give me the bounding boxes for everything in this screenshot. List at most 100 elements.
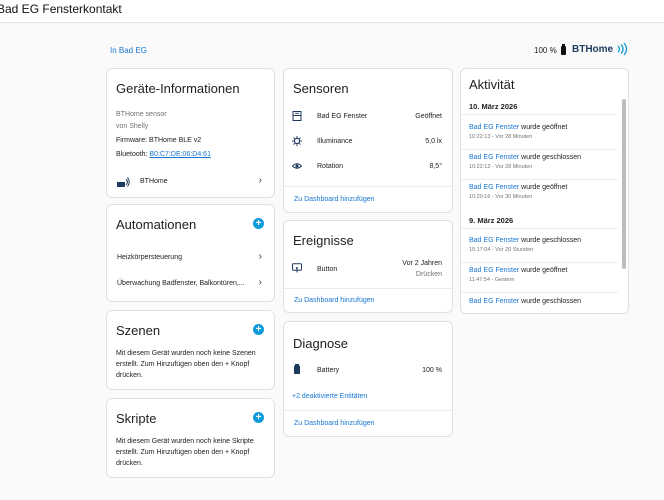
disabled-entities-link[interactable]: +2 deaktivierte Entitäten xyxy=(292,393,367,400)
activity-entity-link[interactable]: Bad EG Fenster xyxy=(469,184,519,191)
divider xyxy=(461,228,618,229)
card-title: Szenen xyxy=(116,323,161,338)
activity-time: 10:22:13 - Vor 28 Minuten xyxy=(469,134,533,140)
divider xyxy=(461,149,618,150)
sensor-name: Bad EG Fenster xyxy=(317,113,368,120)
sensor-row[interactable]: Illuminance 5,0 lx xyxy=(284,134,452,152)
divider xyxy=(461,114,618,115)
device-manufacturer: von Shelly xyxy=(116,123,149,130)
add-automation-button[interactable]: + xyxy=(253,218,264,229)
battery-icon xyxy=(560,44,566,55)
add-to-dashboard-link[interactable]: Zu Dashboard hinzufügen xyxy=(294,297,375,304)
area-link[interactable]: In Bad EG xyxy=(110,46,147,55)
sensor-name: Illuminance xyxy=(317,138,353,145)
events-card: Ereignisse Button Vor 2 Jahren Drücken Z… xyxy=(283,220,453,313)
device-model: BTHome sensor xyxy=(116,111,167,118)
divider xyxy=(284,186,452,187)
activity-action: wurde geschlossen xyxy=(519,298,582,305)
divider xyxy=(461,292,618,293)
integration-row[interactable]: BTHome › xyxy=(107,169,274,197)
diagnostics-card: Diagnose Battery 100 % +2 deaktivierte E… xyxy=(283,321,453,437)
activity-date: 10. März 2026 xyxy=(469,102,518,111)
chevron-right-icon: › xyxy=(258,251,262,262)
device-info-card: Geräte-Informationen BTHome sensor von S… xyxy=(106,68,275,198)
activity-item: Bad EG Fenster wurde geschlossen 15:17:0… xyxy=(469,237,618,253)
automations-card: Automationen + Heizkörpersteuerung › Übe… xyxy=(106,204,275,302)
card-title: Aktivität xyxy=(469,77,515,92)
scripts-empty-text: Mit diesem Gerät wurden noch keine Skrip… xyxy=(116,438,254,467)
brand-logo: BTHome xyxy=(572,42,629,56)
card-title: Automationen xyxy=(116,217,197,232)
activity-item: Bad EG Fenster wurde geschlossen xyxy=(469,298,618,305)
bluetooth-label: Bluetooth: xyxy=(116,151,148,158)
bthome-icon xyxy=(117,177,130,187)
activity-entity-link[interactable]: Bad EG Fenster xyxy=(469,267,519,274)
activity-item: Bad EG Fenster wurde geschlossen 10:22:1… xyxy=(469,154,618,170)
button-press-icon xyxy=(292,263,302,273)
activity-time: 11:47:54 - Gestern xyxy=(469,277,515,283)
activity-time: 10:22:12 - Vor 28 Minuten xyxy=(469,164,533,170)
divider xyxy=(284,410,452,411)
eye-icon xyxy=(292,163,302,169)
page-title: Bad EG Fensterkontakt xyxy=(0,2,122,16)
bluetooth-mac-link[interactable]: B0:C7:DE:06:D4:61 xyxy=(149,151,210,158)
event-row[interactable]: Button Vor 2 Jahren Drücken xyxy=(284,258,452,282)
top-app-bar: Bad EG Fensterkontakt xyxy=(0,0,664,23)
diagnostic-row[interactable]: Battery 100 % xyxy=(284,362,452,380)
activity-time: 10:20:16 - Vor 30 Minuten xyxy=(469,194,533,200)
card-title: Skripte xyxy=(116,411,157,426)
activity-action: wurde geöffnet xyxy=(519,184,568,191)
card-title: Sensoren xyxy=(293,81,349,96)
activity-action: wurde geöffnet xyxy=(519,267,568,274)
divider xyxy=(461,179,618,180)
card-title: Diagnose xyxy=(293,336,348,351)
divider xyxy=(461,262,618,263)
bluetooth-row: Bluetooth: B0:C7:DE:06:D4:61 xyxy=(116,151,211,158)
activity-time: 15:17:04 - Vor 20 Stunden xyxy=(469,247,534,253)
activity-entity-link[interactable]: Bad EG Fenster xyxy=(469,124,519,131)
add-to-dashboard-link[interactable]: Zu Dashboard hinzufügen xyxy=(294,420,375,427)
activity-action: wurde geöffnet xyxy=(519,124,568,131)
activity-entity-link[interactable]: Bad EG Fenster xyxy=(469,154,519,161)
activity-item: Bad EG Fenster wurde geöffnet 11:47:54 -… xyxy=(469,267,618,283)
scrollbar[interactable] xyxy=(622,99,626,269)
card-title: Ereignisse xyxy=(293,233,354,248)
activity-action: wurde geschlossen xyxy=(519,237,582,244)
activity-entity-link[interactable]: Bad EG Fenster xyxy=(469,298,519,305)
automation-item[interactable]: Überwachung Badfenster, Balkontüren,... … xyxy=(107,273,274,295)
scenes-card: Szenen + Mit diesem Gerät wurden noch ke… xyxy=(106,310,275,390)
chevron-right-icon: › xyxy=(258,175,262,186)
sensor-value: 8,5° xyxy=(429,163,442,170)
activity-item: Bad EG Fenster wurde geöffnet 10:22:13 -… xyxy=(469,124,618,140)
diagnostic-name: Battery xyxy=(317,367,340,374)
bluetooth-waves-icon xyxy=(617,42,628,56)
activity-date: 9. März 2026 xyxy=(469,216,514,225)
card-title: Geräte-Informationen xyxy=(116,81,240,96)
add-scene-button[interactable]: + xyxy=(253,324,264,335)
integration-label: BTHome xyxy=(140,178,168,185)
automation-label: Überwachung Badfenster, Balkontüren,... xyxy=(117,280,245,287)
sensor-row[interactable]: Rotation 8,5° xyxy=(284,159,452,177)
activity-action: wurde geschlossen xyxy=(519,154,582,161)
automation-label: Heizkörpersteuerung xyxy=(117,254,182,261)
sensor-value: Geöffnet xyxy=(415,113,442,120)
window-icon xyxy=(292,111,302,121)
add-to-dashboard-link[interactable]: Zu Dashboard hinzufügen xyxy=(294,196,375,203)
automation-item[interactable]: Heizkörpersteuerung › xyxy=(107,247,274,269)
scripts-card: Skripte + Mit diesem Gerät wurden noch k… xyxy=(106,398,275,478)
event-name: Button xyxy=(317,266,338,273)
activity-entity-link[interactable]: Bad EG Fenster xyxy=(469,237,519,244)
add-script-button[interactable]: + xyxy=(253,412,264,423)
firmware-label: Firmware: BTHome BLE v2 xyxy=(116,137,202,144)
battery-icon xyxy=(294,364,300,374)
battery-level-text: 100 % xyxy=(534,46,557,55)
diagnostic-value: 100 % xyxy=(422,367,442,374)
event-time: Vor 2 Jahren xyxy=(402,260,442,267)
brand-name: BTHome xyxy=(572,43,614,55)
chevron-right-icon: › xyxy=(258,277,262,288)
event-type: Drücken xyxy=(415,271,442,278)
battery-indicator: 100 % xyxy=(534,44,566,55)
sensor-row[interactable]: Bad EG Fenster Geöffnet xyxy=(284,109,452,127)
activity-card: Aktivität 10. März 2026 Bad EG Fenster w… xyxy=(460,68,629,314)
sensor-value: 5,0 lx xyxy=(425,138,442,145)
